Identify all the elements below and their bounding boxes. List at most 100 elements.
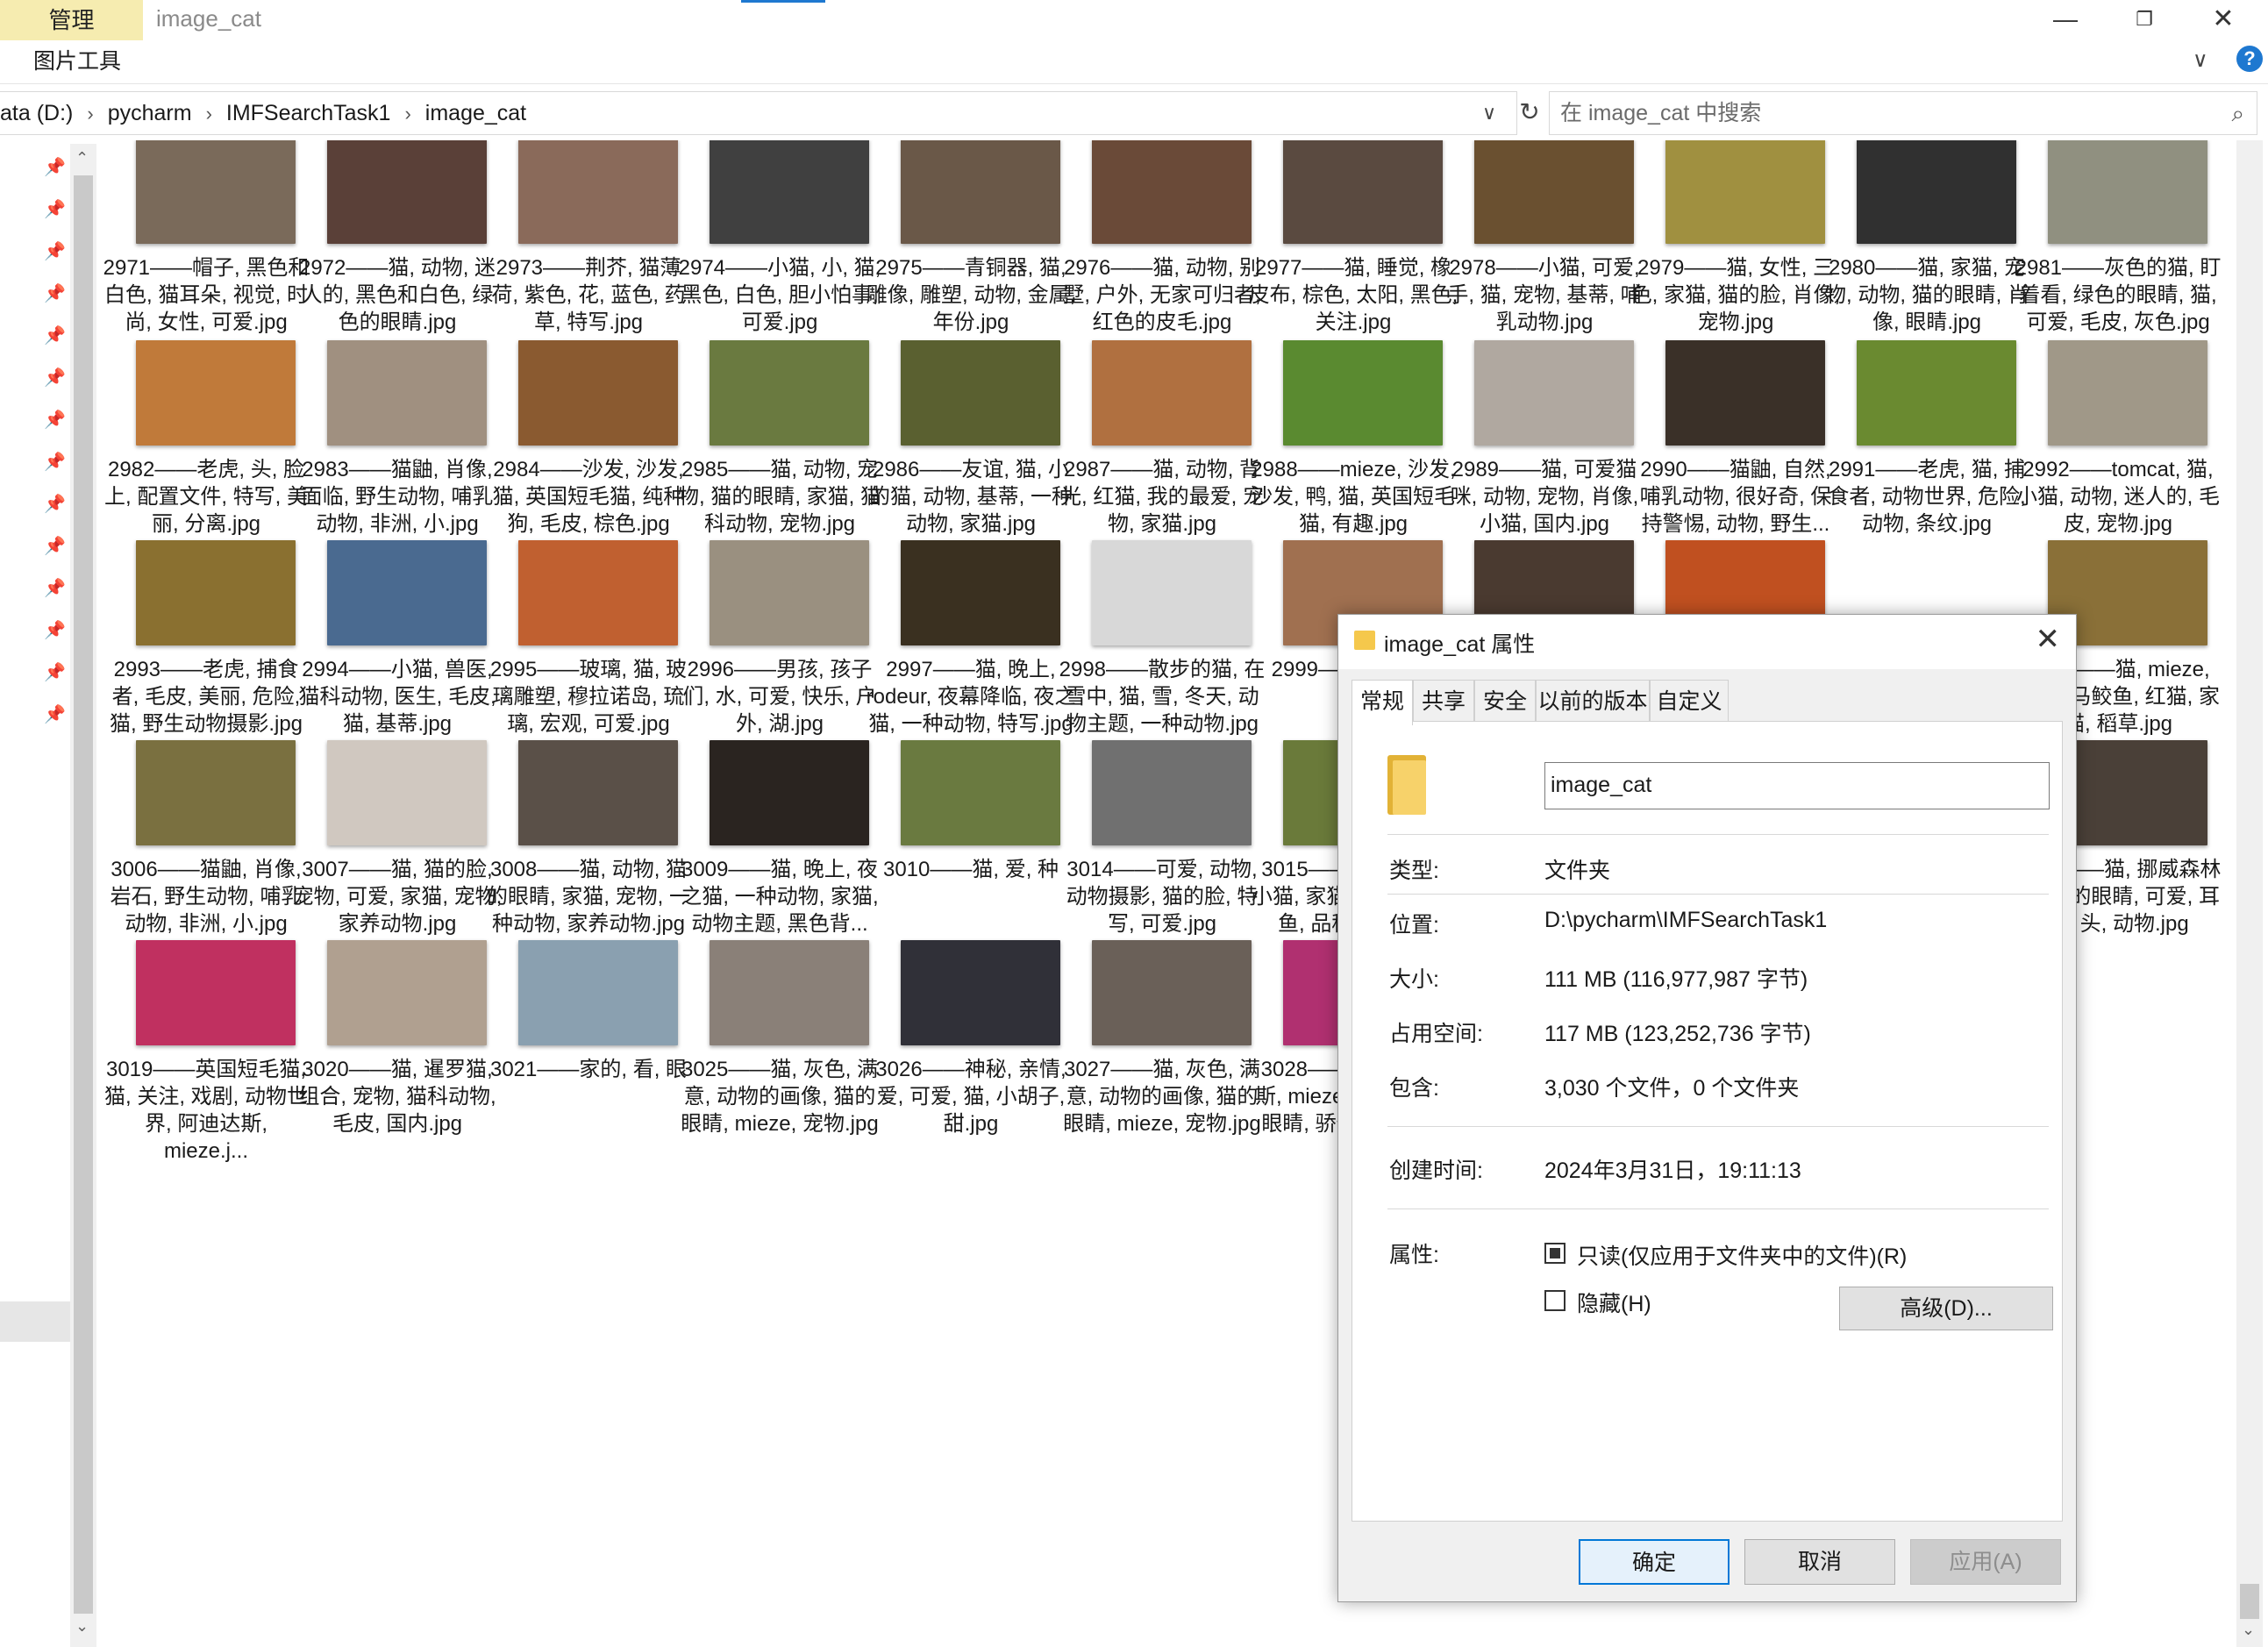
image-thumbnail[interactable] [901, 340, 1060, 446]
image-thumbnail[interactable] [2048, 140, 2207, 244]
breadcrumb-drive[interactable]: ata (D:) [0, 92, 73, 134]
hidden-label[interactable]: 隐藏(H) [1577, 1287, 1651, 1318]
image-thumbnail[interactable] [1092, 940, 1252, 1045]
address-dropdown-icon[interactable]: ∨ [1482, 92, 1496, 134]
image-thumbnail[interactable] [901, 940, 1060, 1045]
image-thumbnail[interactable] [518, 940, 678, 1045]
image-thumbnail[interactable] [136, 740, 296, 845]
breadcrumb-image-cat[interactable]: image_cat [425, 92, 526, 134]
pin-icon[interactable]: 📌 [44, 198, 66, 219]
pin-icon[interactable]: 📌 [44, 661, 66, 682]
image-thumbnail[interactable] [1283, 340, 1443, 446]
image-thumbnail[interactable] [136, 340, 296, 446]
image-thumbnail[interactable] [710, 740, 869, 845]
thumbnail-area [1439, 289, 1634, 446]
image-thumbnail[interactable] [710, 940, 869, 1045]
readonly-checkbox[interactable] [1544, 1243, 1565, 1264]
contains-label: 包含: [1389, 1076, 1439, 1101]
ribbon-tab-manage[interactable]: 管理 [0, 0, 143, 40]
image-thumbnail[interactable] [1665, 140, 1825, 244]
image-thumbnail[interactable] [901, 140, 1060, 244]
breadcrumb-pycharm[interactable]: pycharm [108, 92, 192, 134]
breadcrumb-imfsearchtask1[interactable]: IMFSearchTask1 [226, 92, 391, 134]
tab-general[interactable]: 常规 [1352, 680, 1413, 725]
search-input[interactable]: 在 image_cat 中搜索 ⌕ [1549, 91, 2257, 135]
image-thumbnail[interactable] [1857, 340, 2016, 446]
image-thumbnail[interactable] [136, 140, 296, 244]
image-thumbnail[interactable] [1283, 140, 1443, 244]
ok-button[interactable]: 确定 [1579, 1539, 1730, 1585]
image-thumbnail[interactable] [1092, 140, 1252, 244]
hidden-checkbox[interactable] [1544, 1290, 1565, 1311]
nav-scrollbar-thumb[interactable] [74, 175, 93, 1614]
image-thumbnail[interactable] [1857, 140, 2016, 244]
scroll-up-icon[interactable]: ⌃ [75, 149, 89, 168]
chevron-down-icon[interactable]: ∨ [2193, 47, 2208, 73]
pin-icon[interactable]: 📌 [44, 324, 66, 346]
advanced-button[interactable]: 高级(D)... [1839, 1287, 2053, 1330]
tab-security[interactable]: 安全 [1474, 680, 1536, 722]
tab-previous-versions[interactable]: 以前的版本 [1536, 680, 1650, 722]
image-thumbnail[interactable] [710, 540, 869, 645]
image-thumbnail[interactable] [901, 540, 1060, 645]
image-thumbnail[interactable] [1092, 340, 1252, 446]
pin-icon[interactable]: 📌 [44, 493, 66, 514]
image-thumbnail[interactable] [136, 540, 296, 645]
thumbnail-area [292, 689, 487, 845]
image-thumbnail[interactable] [327, 940, 487, 1045]
pin-icon[interactable]: 📌 [44, 156, 66, 177]
image-thumbnail[interactable] [2048, 340, 2207, 446]
size-label: 大小: [1389, 967, 1439, 992]
image-thumbnail[interactable] [901, 740, 1060, 845]
pin-icon[interactable]: 📌 [44, 703, 66, 724]
thumbnail-area [292, 489, 487, 645]
pin-icon[interactable]: 📌 [44, 451, 66, 472]
image-thumbnail[interactable] [518, 140, 678, 244]
cancel-button[interactable]: 取消 [1744, 1539, 1895, 1585]
address-bar[interactable]: ata (D:) › pycharm › IMFSearchTask1 › image_ca… [0, 91, 1517, 135]
tab-customize[interactable]: 自定义 [1650, 680, 1729, 722]
image-thumbnail[interactable] [327, 740, 487, 845]
pin-icon[interactable]: 📌 [44, 367, 66, 388]
grid-scrollbar-thumb[interactable] [2240, 1584, 2259, 1619]
image-thumbnail[interactable] [327, 340, 487, 446]
minimize-button[interactable]: — [2026, 0, 2105, 39]
image-thumbnail[interactable] [710, 340, 869, 446]
refresh-icon[interactable]: ↻ [1512, 91, 1547, 135]
image-thumbnail[interactable] [327, 540, 487, 645]
image-thumbnail[interactable] [1474, 140, 1634, 244]
ribbon-tab-picture-tools[interactable]: 图片工具 [12, 44, 143, 81]
image-thumbnail[interactable] [1092, 540, 1252, 645]
title-accent-bar [741, 0, 825, 3]
nav-selected-item[interactable] [0, 1301, 70, 1342]
tab-sharing[interactable]: 共享 [1413, 680, 1474, 722]
grid-scrollbar[interactable] [2236, 140, 2263, 1647]
pin-icon[interactable]: 📌 [44, 535, 66, 556]
readonly-label[interactable]: 只读(仅应用于文件夹中的文件)(R) [1577, 1239, 1907, 1271]
apply-button[interactable]: 应用(A) [1910, 1539, 2061, 1585]
scroll-down-icon[interactable]: ⌄ [75, 1617, 89, 1636]
image-thumbnail[interactable] [327, 140, 487, 244]
help-icon[interactable]: ? [2236, 46, 2263, 72]
thumbnail-area [674, 140, 869, 244]
folder-name-input[interactable]: image_cat [1544, 762, 2050, 809]
image-thumbnail[interactable] [1665, 340, 1825, 446]
scroll-down-icon[interactable]: ⌄ [2242, 1621, 2255, 1639]
image-thumbnail[interactable] [518, 740, 678, 845]
maximize-button[interactable]: ❐ [2105, 0, 2184, 39]
pin-icon[interactable]: 📌 [44, 619, 66, 640]
image-thumbnail[interactable] [1092, 740, 1252, 845]
search-icon[interactable]: ⌕ [2231, 92, 2244, 134]
pin-icon[interactable]: 📌 [44, 282, 66, 303]
close-window-button[interactable]: ✕ [2184, 0, 2263, 39]
dialog-close-button[interactable]: ✕ [2036, 622, 2061, 657]
image-thumbnail[interactable] [1474, 340, 1634, 446]
pin-icon[interactable]: 📌 [44, 240, 66, 261]
image-thumbnail[interactable] [518, 540, 678, 645]
pin-icon[interactable]: 📌 [44, 577, 66, 598]
image-thumbnail[interactable] [710, 140, 869, 244]
pin-icon[interactable]: 📌 [44, 409, 66, 430]
thumbnail-area [674, 889, 869, 1045]
image-thumbnail[interactable] [518, 340, 678, 446]
image-thumbnail[interactable] [136, 940, 296, 1045]
